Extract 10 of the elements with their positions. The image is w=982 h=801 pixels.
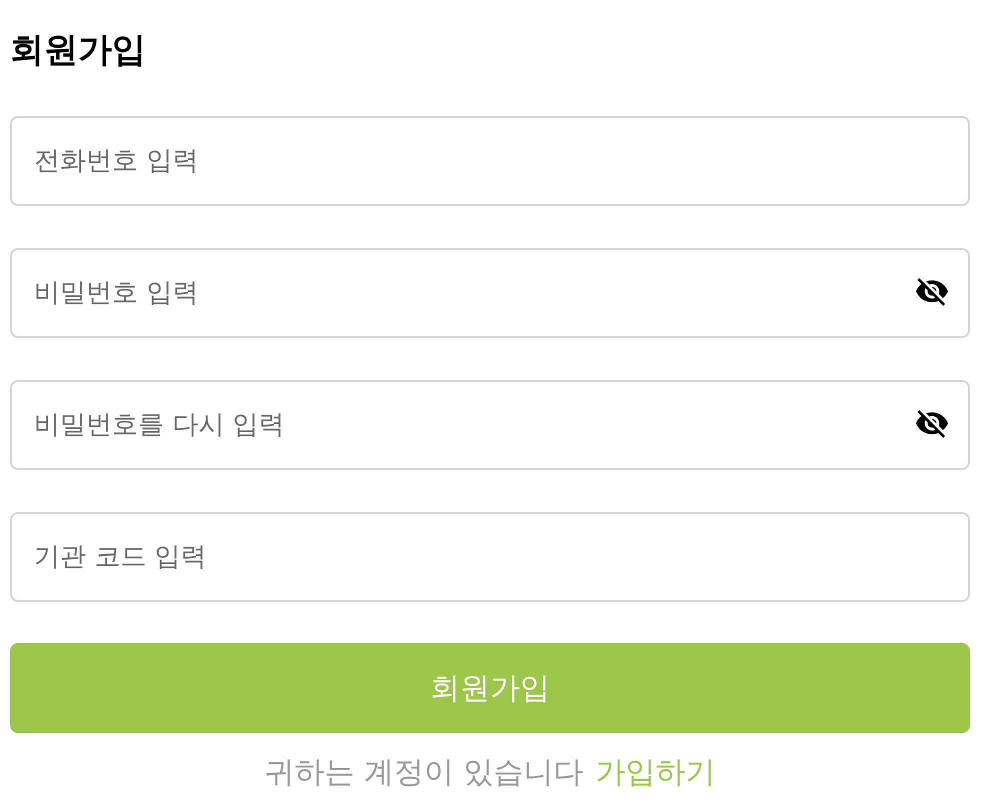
signup-button[interactable]: 회원가입 xyxy=(10,643,970,733)
signup-link[interactable]: 가입하기 xyxy=(596,755,716,790)
page-title: 회원가입 xyxy=(10,29,146,72)
account-prompt: 귀하는 계정이 있습니다 xyxy=(264,755,584,790)
eye-slash-icon[interactable] xyxy=(916,410,948,438)
input-field[interactable]: 기관 코드 입력 xyxy=(10,512,970,602)
password-field[interactable]: 비밀번호 입력 xyxy=(10,248,970,338)
input-field[interactable]: 전화번호 입력 xyxy=(10,116,970,206)
eye-slash-icon[interactable] xyxy=(916,278,948,306)
password-field[interactable]: 비밀번호를 다시 입력 xyxy=(10,380,970,470)
